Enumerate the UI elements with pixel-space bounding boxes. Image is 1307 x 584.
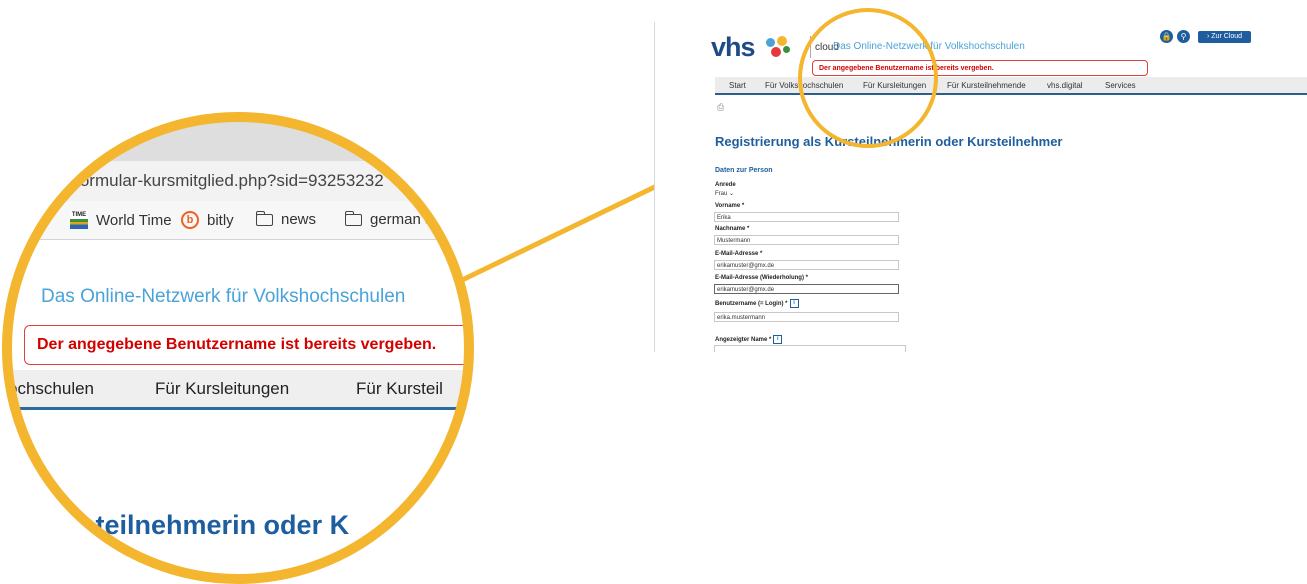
info-icon[interactable]: i — [789, 299, 799, 308]
email-repeat-input[interactable]: erikamuster@gmx.de — [714, 284, 899, 294]
username-input[interactable]: erika.mustermann — [714, 312, 899, 322]
search-icon[interactable]: ⚲ — [1177, 30, 1190, 43]
vhs-logo[interactable]: vhs — [711, 32, 790, 62]
nav-item-kursleitungen[interactable]: Für Kursleitungen — [155, 379, 289, 399]
nav-item-start[interactable]: Start — [729, 81, 746, 90]
folder-icon — [344, 210, 362, 226]
nav-item-volkshochschulen[interactable]: ochschulen — [8, 379, 94, 399]
bookmark-bitly[interactable]: b bitly — [181, 211, 234, 229]
magnified-view: g-formular-kursmitglied.php?sid=93253232… — [8, 118, 468, 578]
nav-item-vhs-digital[interactable]: vhs.digital — [1047, 81, 1083, 90]
url-text[interactable]: g-formular-kursmitglied.php?sid=93253232 — [60, 171, 384, 191]
nachname-input[interactable]: Mustermann — [714, 235, 899, 245]
webpage-screenshot: vhs cloud Das Online-Netzwerk für Volksh… — [654, 22, 1307, 352]
lock-icon[interactable]: 🔒 — [1160, 30, 1173, 43]
display-name-label: Angezeigter Name * i — [715, 335, 783, 344]
bitly-icon: b — [181, 211, 199, 229]
display-name-input[interactable] — [714, 345, 906, 352]
section-title: Daten zur Person — [715, 167, 773, 174]
email-label: E-Mail-Adresse * — [715, 251, 763, 257]
nav-item-services[interactable]: Services — [1105, 81, 1136, 90]
zur-cloud-button[interactable]: › Zur Cloud — [1198, 30, 1252, 43]
nachname-label: Nachname * — [715, 226, 750, 232]
magnified-tagline: Das Online-Netzwerk für Volkshochschulen — [41, 286, 406, 307]
email-input[interactable]: erikamuster@gmx.de — [714, 260, 899, 270]
username-label: Benutzername (= Login) * i — [715, 299, 799, 308]
bookmark-german[interactable]: german al — [344, 210, 437, 228]
nav-item-kursteilnehmende[interactable]: Für Kursteilnehmende — [947, 81, 1026, 90]
anrede-select[interactable]: Frau ⌄ — [715, 190, 734, 197]
vorname-label: Vorname * — [715, 203, 745, 209]
vorname-input[interactable]: Erika — [714, 212, 899, 222]
print-icon[interactable]: ⎙ — [717, 102, 724, 113]
folder-icon — [255, 210, 273, 226]
nav-item-kursteilnehmende[interactable]: Für Kursteil — [356, 379, 443, 399]
magnified-error-message: Der angegebene Benutzername ist bereits … — [24, 325, 468, 365]
email-repeat-label: E-Mail-Adresse (Wiederholung) * — [715, 275, 808, 281]
magnified-page-title: rsteilnehmerin oder K — [70, 510, 350, 540]
top-icon-bar: 🔒 ⚲ › Zur Cloud — [1160, 30, 1252, 43]
time-logo-icon: TIME — [70, 211, 88, 229]
bookmark-world-time[interactable]: TIME World Time — [70, 211, 172, 229]
highlight-ring — [798, 8, 938, 148]
magnified-nav: ochschulen Für Kursleitungen Für Kurstei… — [8, 370, 468, 410]
bookmark-news[interactable]: news — [255, 210, 316, 228]
anrede-label: Anrede — [715, 182, 736, 188]
info-icon[interactable]: i — [773, 335, 783, 344]
browser-tab-strip — [8, 118, 468, 161]
